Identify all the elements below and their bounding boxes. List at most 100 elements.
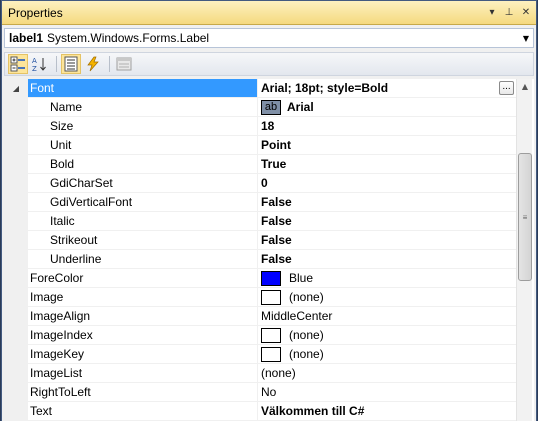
property-value-text: (none) (289, 328, 324, 342)
property-row[interactable]: Underline False (4, 250, 516, 269)
row-gutter (4, 98, 28, 117)
property-name[interactable]: ImageAlign (28, 307, 258, 326)
property-value[interactable]: 18 (258, 117, 516, 136)
property-value[interactable]: ab Arial (258, 98, 516, 117)
row-gutter (4, 307, 28, 326)
property-row[interactable]: Image (none) (4, 288, 516, 307)
property-value[interactable]: Point (258, 136, 516, 155)
property-value[interactable]: (none) (258, 288, 516, 307)
property-name[interactable]: Underline (28, 250, 258, 269)
categorized-button[interactable] (8, 54, 28, 74)
property-value-text: Blue (289, 271, 314, 285)
object-selector[interactable]: label1 System.Windows.Forms.Label ▼ (4, 28, 534, 48)
property-row[interactable]: Italic False (4, 212, 516, 231)
property-name[interactable]: Font (28, 79, 258, 98)
properties-button[interactable] (61, 54, 81, 74)
property-name[interactable]: Unit (28, 136, 258, 155)
vertical-scrollbar[interactable]: ▲ ≡ (516, 79, 532, 421)
row-gutter (4, 383, 28, 402)
property-value-text: MiddleCenter (261, 309, 333, 323)
property-value[interactable]: (none) (258, 345, 516, 364)
property-value[interactable]: True (258, 155, 516, 174)
property-row[interactable]: ImageAlign MiddleCenter (4, 307, 516, 326)
property-name[interactable]: Size (28, 117, 258, 136)
property-value[interactable]: False (258, 231, 516, 250)
property-row[interactable]: ◢ Font Arial; 18pt; style=Bold... (4, 79, 516, 98)
property-row[interactable]: Unit Point (4, 136, 516, 155)
property-row[interactable]: ImageList (none) (4, 364, 516, 383)
property-value[interactable]: False (258, 212, 516, 231)
pin-icon[interactable]: ⊥ (502, 6, 516, 20)
scrollbar-thumb[interactable]: ≡ (518, 153, 532, 281)
property-value[interactable]: No (258, 383, 516, 402)
property-value-text: 0 (261, 176, 268, 190)
property-name[interactable]: Text (28, 402, 258, 421)
chevron-down-icon[interactable]: ▼ (519, 34, 533, 43)
property-row[interactable]: Strikeout False (4, 231, 516, 250)
ellipsis-button[interactable]: ... (499, 81, 514, 95)
property-name[interactable]: ImageList (28, 364, 258, 383)
property-name[interactable]: Name (28, 98, 258, 117)
property-value[interactable]: (none) (258, 364, 516, 383)
events-button[interactable] (83, 54, 103, 74)
row-gutter (4, 288, 28, 307)
color-swatch (261, 289, 281, 305)
property-row[interactable]: Size 18 (4, 117, 516, 136)
property-name[interactable]: Italic (28, 212, 258, 231)
property-value[interactable]: Blue (258, 269, 516, 288)
property-value[interactable]: Arial; 18pt; style=Bold... (258, 79, 516, 98)
property-value[interactable]: False (258, 193, 516, 212)
property-row[interactable]: ImageKey (none) (4, 345, 516, 364)
row-gutter (4, 212, 28, 231)
property-value[interactable]: Välkommen till C# (258, 402, 516, 421)
window-dropdown-icon[interactable]: ▾ (485, 6, 499, 20)
alphabetical-button[interactable]: A Z (30, 54, 50, 74)
property-value-text: (none) (261, 366, 296, 380)
object-name: label1 (9, 31, 44, 45)
property-row[interactable]: RightToLeft No (4, 383, 516, 402)
property-value-text: Välkommen till C# (261, 404, 365, 418)
color-swatch (261, 270, 281, 286)
property-name[interactable]: RightToLeft (28, 383, 258, 402)
property-value-text: False (261, 252, 292, 266)
row-gutter (4, 326, 28, 345)
property-value[interactable]: 0 (258, 174, 516, 193)
row-gutter (4, 155, 28, 174)
property-value-text: No (261, 385, 277, 399)
property-row[interactable]: Name ab Arial (4, 98, 516, 117)
categorized-icon (10, 56, 25, 72)
property-name[interactable]: Image (28, 288, 258, 307)
property-name[interactable]: ImageIndex (28, 326, 258, 345)
grip-icon: ≡ (522, 212, 528, 222)
property-name[interactable]: GdiVerticalFont (28, 193, 258, 212)
property-row[interactable]: ForeColor Blue (4, 269, 516, 288)
window-title: Properties (8, 5, 63, 20)
object-type: System.Windows.Forms.Label (47, 31, 210, 45)
property-value-text: (none) (289, 290, 324, 304)
property-row[interactable]: Bold True (4, 155, 516, 174)
font-preview-icon: ab (261, 99, 281, 115)
property-name[interactable]: GdiCharSet (28, 174, 258, 193)
property-name[interactable]: Strikeout (28, 231, 258, 250)
property-name[interactable]: ImageKey (28, 345, 258, 364)
close-icon[interactable]: ✕ (519, 6, 533, 20)
property-row[interactable]: GdiVerticalFont False (4, 193, 516, 212)
property-value[interactable]: MiddleCenter (258, 307, 516, 326)
properties-toolbar: A Z (4, 52, 534, 76)
property-name[interactable]: Bold (28, 155, 258, 174)
property-pages-button[interactable] (114, 54, 134, 74)
property-value-text: True (261, 157, 287, 171)
expander-icon[interactable]: ◢ (4, 79, 28, 98)
toolbar-separator (56, 56, 57, 72)
properties-icon (64, 56, 78, 72)
row-gutter (4, 117, 28, 136)
property-row[interactable]: ImageIndex (none) (4, 326, 516, 345)
scroll-up-icon[interactable]: ▲ (517, 79, 533, 95)
property-value[interactable]: False (258, 250, 516, 269)
row-gutter (4, 174, 28, 193)
property-row[interactable]: GdiCharSet 0 (4, 174, 516, 193)
title-bar[interactable]: Properties ▾ ⊥ ✕ (2, 1, 536, 25)
property-row[interactable]: Text Välkommen till C# (4, 402, 516, 421)
property-name[interactable]: ForeColor (28, 269, 258, 288)
property-value[interactable]: (none) (258, 326, 516, 345)
